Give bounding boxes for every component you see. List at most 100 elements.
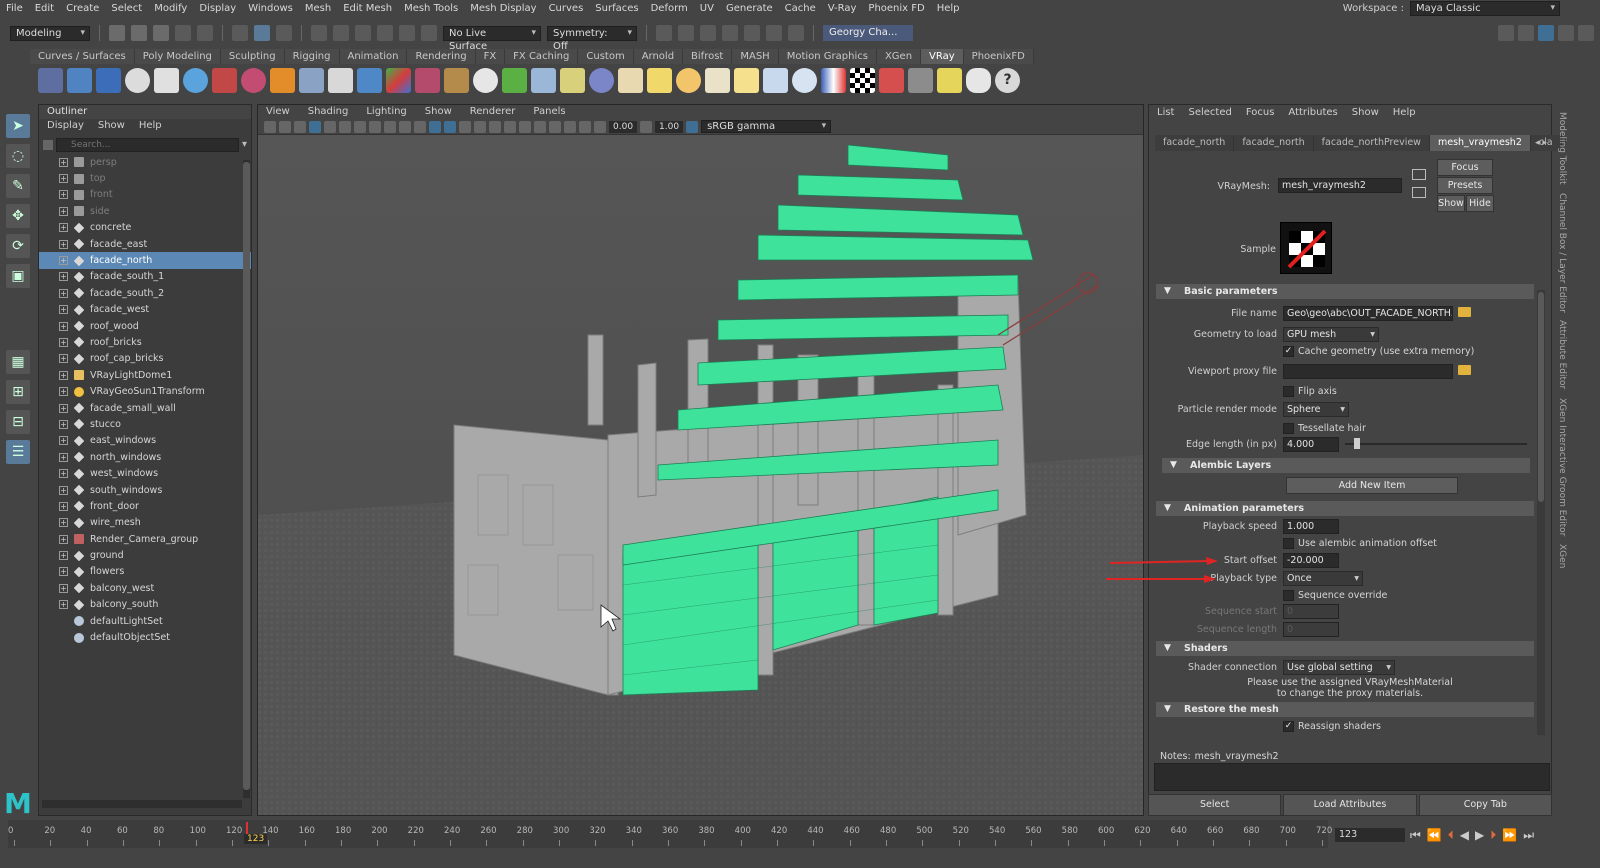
alembic-layers-section[interactable]: ▼ Alembic Layers — [1162, 458, 1530, 473]
redo-icon[interactable] — [197, 25, 213, 41]
vray-proxy-icon[interactable] — [299, 67, 324, 93]
color-management-icon[interactable] — [686, 120, 699, 133]
expand-icon[interactable]: + — [59, 403, 68, 413]
menu-deform[interactable]: Deform — [645, 3, 694, 14]
vray-mesh-icon[interactable] — [328, 67, 353, 93]
shelf-tab-sculpting[interactable]: Sculpting — [220, 49, 285, 64]
select-button[interactable]: Select — [1148, 794, 1282, 816]
outliner-menu-show[interactable]: Show — [98, 119, 125, 133]
resolution-gate-icon[interactable] — [369, 120, 381, 133]
expand-icon[interactable]: + — [59, 174, 68, 184]
folder-icon[interactable] — [1458, 307, 1471, 317]
menu-surfaces[interactable]: Surfaces — [589, 3, 644, 14]
gamma-icon[interactable] — [640, 120, 653, 133]
side-tab-attribute-editor[interactable]: Attribute Editor — [1557, 320, 1567, 389]
save-scene-icon[interactable] — [153, 25, 169, 41]
snap-grid-icon[interactable] — [311, 25, 327, 41]
ae-tab-facade-north[interactable]: facade_north — [1155, 135, 1235, 151]
undo-icon[interactable] — [175, 25, 191, 41]
viewport-menu-lighting[interactable]: Lighting — [366, 105, 406, 119]
viewport-menu-show[interactable]: Show — [425, 105, 452, 119]
pause-icon[interactable] — [788, 25, 804, 41]
ae-tab-facade-northpreview[interactable]: facade_northPreview — [1313, 135, 1430, 151]
viewport-proxy-field[interactable] — [1283, 364, 1453, 379]
animation-parameters-section[interactable]: ▼ Animation parameters — [1156, 501, 1534, 516]
menu-windows[interactable]: Windows — [242, 3, 299, 14]
user-account-button[interactable]: Georgy Cha... — [823, 25, 914, 41]
xray-joints-icon[interactable] — [579, 120, 591, 133]
select-component-icon[interactable] — [276, 25, 292, 41]
ae-menu-list[interactable]: List — [1157, 105, 1174, 121]
outliner-row[interactable]: defaultObjectSet — [39, 629, 251, 645]
shelf-tab-bifrost[interactable]: Bifrost — [683, 49, 733, 64]
vray-snowflake-icon[interactable] — [531, 67, 556, 93]
menu-help[interactable]: Help — [931, 3, 966, 14]
outliner-row[interactable]: + south_windows — [39, 482, 251, 498]
sequence-length-field[interactable]: 0 — [1283, 622, 1339, 637]
menu-uv[interactable]: UV — [694, 3, 720, 14]
play-backward-icon[interactable]: ◀ — [1460, 828, 1469, 842]
shelf-tab-vray[interactable]: VRay — [921, 49, 964, 64]
vraymesh-name-field[interactable]: mesh_vraymesh2 — [1278, 178, 1402, 193]
isolate-select-icon[interactable] — [549, 120, 561, 133]
outliner-row[interactable]: + stucco — [39, 416, 251, 432]
expand-icon[interactable]: + — [59, 256, 68, 266]
search-input[interactable] — [56, 137, 239, 152]
lighting-icon[interactable] — [489, 120, 501, 133]
menu-mesh-tools[interactable]: Mesh Tools — [398, 3, 464, 14]
ae-menu-selected[interactable]: Selected — [1188, 105, 1231, 121]
cache-geometry-checkbox[interactable]: ✓ — [1283, 346, 1294, 357]
viewport-menu-renderer[interactable]: Renderer — [470, 105, 516, 119]
ae-menu-attributes[interactable]: Attributes — [1288, 105, 1337, 121]
play-forward-icon[interactable]: ▶ — [1475, 828, 1484, 842]
ipr-render-icon[interactable] — [700, 25, 716, 41]
outliner-row[interactable]: + roof_wood — [39, 318, 251, 334]
vray-fast-sss-icon[interactable] — [241, 67, 266, 93]
sequence-override-checkbox[interactable] — [1283, 590, 1294, 601]
help-icon[interactable]: ? — [995, 67, 1020, 93]
four-view-icon[interactable]: ⊞ — [6, 380, 30, 404]
edge-length-slider[interactable] — [1345, 443, 1527, 445]
render-settings-icon[interactable] — [722, 25, 738, 41]
menu-create[interactable]: Create — [60, 3, 105, 14]
shelf-tab-poly-modeling[interactable]: Poly Modeling — [134, 49, 221, 64]
search-dropdown-icon[interactable]: ▾ — [242, 139, 247, 150]
expand-icon[interactable]: + — [59, 354, 68, 364]
toggle-tool-settings-icon[interactable] — [1558, 25, 1574, 41]
film-gate-icon[interactable] — [354, 120, 366, 133]
viewport-scene[interactable] — [258, 135, 1144, 816]
playback-type-dropdown[interactable]: Once — [1283, 571, 1363, 586]
menu-edit-mesh[interactable]: Edit Mesh — [337, 3, 398, 14]
vray-ipr-shelf-icon[interactable] — [67, 67, 92, 93]
image-plane-icon[interactable] — [294, 120, 306, 133]
open-scene-icon[interactable] — [131, 25, 147, 41]
outliner-row[interactable]: + facade_north — [39, 252, 251, 269]
symmetry-dropdown[interactable]: Symmetry: Off — [547, 25, 637, 52]
vray-record-icon[interactable] — [879, 67, 904, 93]
shelf-tab-fx-caching[interactable]: FX Caching — [505, 49, 579, 64]
file-name-field[interactable]: Geo\geo\abc\OUT_FACADE_NORTH.abc — [1283, 306, 1453, 321]
outliner-row[interactable]: + Render_Camera_group — [39, 531, 251, 547]
presets-button[interactable]: Presets — [1437, 177, 1493, 194]
vray-sun-icon[interactable] — [734, 67, 759, 93]
vray-grid-icon[interactable] — [908, 67, 933, 93]
shelf-tab-fx[interactable]: FX — [475, 49, 506, 64]
filter-icon[interactable] — [43, 139, 53, 150]
select-node-icon[interactable] — [1412, 169, 1426, 180]
outliner-row[interactable]: + balcony_west — [39, 580, 251, 596]
outliner-row[interactable]: + west_windows — [39, 465, 251, 481]
vray-spot-light-icon[interactable] — [705, 67, 730, 93]
use-alembic-offset-checkbox[interactable] — [1283, 538, 1294, 549]
smooth-shade-icon[interactable] — [444, 120, 456, 133]
playback-speed-field[interactable]: 1.000 — [1283, 519, 1339, 534]
shelf-tab-arnold[interactable]: Arnold — [633, 49, 684, 64]
toggle-attribute-editor-icon[interactable] — [1518, 25, 1534, 41]
vray-dome-light-icon[interactable] — [618, 67, 643, 93]
expand-icon[interactable]: + — [59, 518, 68, 528]
vray-dome-icon[interactable] — [589, 67, 614, 93]
select-tool-icon[interactable]: ➤ — [6, 114, 30, 138]
safe-title-icon[interactable] — [414, 120, 426, 133]
outliner-scroll-thumb[interactable] — [243, 162, 250, 790]
new-scene-icon[interactable] — [109, 25, 125, 41]
outliner-menu-help[interactable]: Help — [139, 119, 162, 133]
